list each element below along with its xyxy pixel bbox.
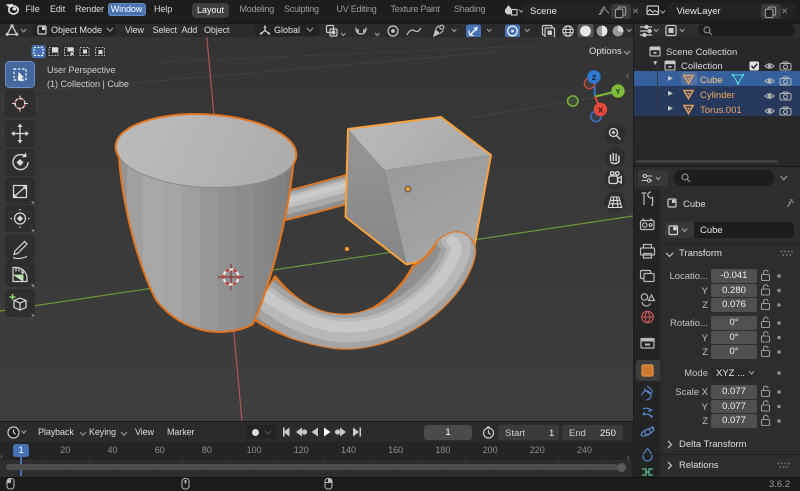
svg-text:120: 120 (294, 445, 309, 455)
svg-text:20: 20 (60, 445, 70, 455)
svg-text:60: 60 (155, 445, 165, 455)
svg-text:40: 40 (107, 445, 117, 455)
svg-text:Z: Z (592, 73, 597, 82)
svg-text:80: 80 (202, 445, 212, 455)
svg-text:100: 100 (247, 445, 262, 455)
svg-text:240: 240 (577, 445, 592, 455)
svg-text:180: 180 (435, 445, 450, 455)
svg-text:220: 220 (530, 445, 545, 455)
svg-text:Y: Y (615, 87, 620, 96)
svg-text:X: X (598, 105, 603, 114)
svg-text:160: 160 (388, 445, 403, 455)
svg-text:140: 140 (341, 445, 356, 455)
svg-text:200: 200 (483, 445, 498, 455)
